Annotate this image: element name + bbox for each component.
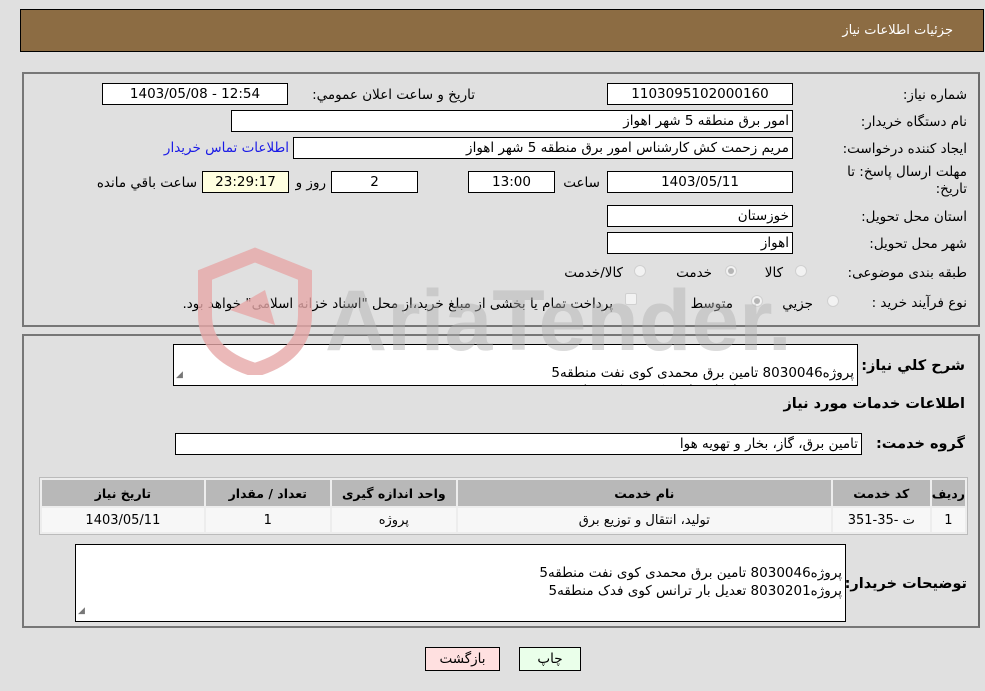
cell-unit: پروژه (331, 508, 456, 532)
treasury-note: پرداخت تمام یا بخشی از مبلغ خرید،از محل … (182, 296, 613, 312)
summary-label: شرح کلي نیاز: (861, 358, 965, 374)
process-label: نوع فرآیند خرید : (871, 295, 967, 311)
creator-field: مریم زحمت کش کارشناس امور برق منطقه 5 شه… (293, 137, 793, 159)
process-option-minor: جزيي (782, 296, 813, 312)
remaining-label: ساعت باقي مانده (96, 175, 197, 191)
buyer-org-label: نام دستگاه خریدار: (860, 114, 967, 130)
service-group-label: گروه خدمت: (875, 436, 965, 452)
services-table: ردیف کد خدمت نام خدمت واحد اندازه گیری ت… (39, 477, 968, 535)
process-radio-medium[interactable] (751, 295, 763, 307)
resize-grip-icon[interactable]: ◢ (176, 366, 183, 384)
creator-label: ایجاد کننده درخواست: (842, 141, 967, 157)
table-header-row: ردیف کد خدمت نام خدمت واحد اندازه گیری ت… (42, 480, 965, 506)
deadline-time-label: ساعت (563, 175, 600, 191)
category-option-goods-service: کالا/خدمت (564, 265, 623, 281)
cell-quantity: 1 (205, 508, 330, 532)
print-button[interactable]: چاپ (519, 647, 581, 671)
back-button[interactable]: بازگشت (425, 647, 500, 671)
page-title: جزئیات اطلاعات نیاز (842, 23, 953, 38)
category-radio-goods-service[interactable] (634, 265, 646, 277)
process-radio-minor[interactable] (827, 295, 839, 307)
deadline-date-field: 1403/05/11 (607, 171, 793, 193)
resize-grip-icon[interactable]: ◢ (78, 602, 85, 620)
col-service-name: نام خدمت (457, 480, 831, 506)
category-option-goods: کالا (764, 265, 783, 281)
buyer-contact-link[interactable]: اطلاعات تماس خریدار (164, 140, 289, 156)
buyer-org-field: امور برق منطقه 5 شهر اهواز (231, 110, 793, 132)
cell-need-date: 1403/05/11 (42, 508, 204, 532)
category-label: طبقه بندی موضوعی: (847, 265, 967, 281)
buyer-notes-label: توضیحات خریدار: (844, 576, 967, 592)
col-service-code: کد خدمت (832, 480, 930, 506)
process-option-medium: متوسط (690, 296, 733, 312)
cell-service-name: تولید، انتقال و توزیع برق (457, 508, 831, 532)
need-number-field: 1103095102000160 (607, 83, 793, 105)
remaining-days-field: 2 (331, 171, 418, 193)
category-radio-goods[interactable] (795, 265, 807, 277)
col-row-number: ردیف (931, 480, 965, 506)
category-option-service: خدمت (676, 265, 712, 281)
province-field: خوزستان (607, 205, 793, 227)
city-label: شهر محل تحویل: (869, 236, 967, 252)
col-need-date: تاریخ نیاز (42, 480, 204, 506)
service-group-field: تامین برق، گاز، بخار و تهویه هوا (175, 433, 862, 455)
summary-text: پروژه8030046 تامین برق محمدی کوی نفت منط… (551, 365, 854, 385)
remaining-time-field: 23:29:17 (202, 171, 289, 193)
services-section-title: اطلاعات خدمات مورد نیاز (783, 396, 965, 412)
announce-label: تاریخ و ساعت اعلان عمومي: (312, 87, 475, 103)
province-label: استان محل تحویل: (861, 209, 967, 225)
city-field: اهواز (607, 232, 793, 254)
deadline-label: مهلت ارسال پاسخ: تا تاریخ: (847, 164, 967, 197)
days-label: روز و (295, 175, 326, 191)
treasury-checkbox[interactable] (625, 293, 637, 305)
summary-textarea[interactable]: پروژه8030046 تامین برق محمدی کوی نفت منط… (173, 344, 858, 386)
page-header: جزئیات اطلاعات نیاز (20, 9, 984, 52)
buyer-notes-textarea[interactable]: پروژه8030046 تامین برق محمدی کوی نفت منط… (75, 544, 846, 622)
buyer-notes-text: پروژه8030046 تامین برق محمدی کوی نفت منط… (539, 565, 842, 599)
category-radio-service[interactable] (725, 265, 737, 277)
col-quantity: تعداد / مقدار (205, 480, 330, 506)
announce-field: 1403/05/08 - 12:54 (102, 83, 288, 105)
col-unit: واحد اندازه گیری (331, 480, 456, 506)
table-row: 1 ت -35-351 تولید، انتقال و توزیع برق پر… (42, 508, 965, 532)
cell-row-number: 1 (931, 508, 965, 532)
need-number-label: شماره نیاز: (902, 87, 967, 103)
deadline-time-field: 13:00 (468, 171, 555, 193)
cell-service-code: ت -35-351 (832, 508, 930, 532)
